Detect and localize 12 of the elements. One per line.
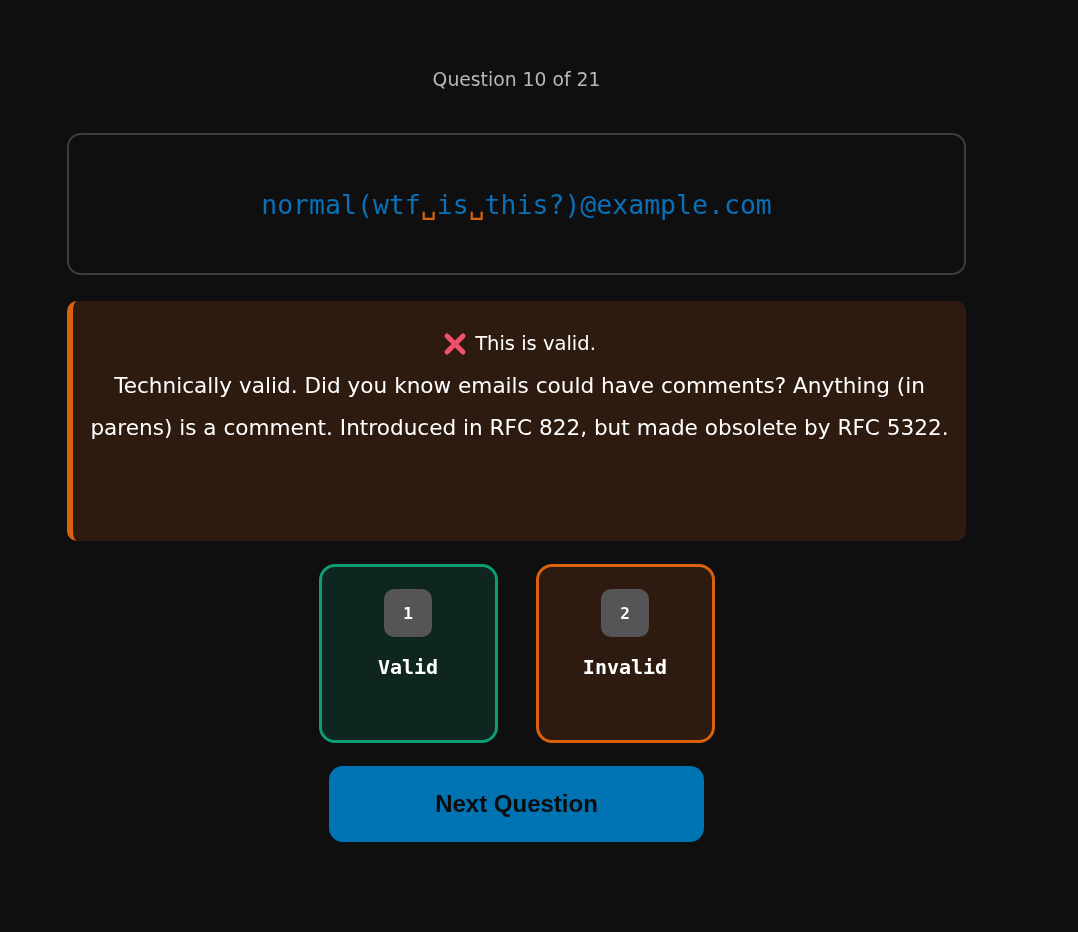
answer-option[interactable]: 1 Valid (318, 564, 498, 743)
email-address: normal(wtf␣is␣this?)@example.com (261, 188, 772, 220)
explanation-text: Technically valid. Did you know emails could have comments? Anything (in parens) is a comment. Introduced in RFC 822, but made obsolete by RFC 5322. (89, 372, 950, 442)
key-badge: 1 (384, 589, 432, 637)
option-label: Invalid (582, 655, 668, 679)
key-badge: 2 (601, 589, 649, 637)
answer-option[interactable]: 2 Invalid (535, 564, 715, 743)
question-counter: Question 10 of 21 (432, 68, 601, 92)
cross-icon (443, 332, 468, 356)
option-label: Valid (377, 655, 439, 679)
next-question-button[interactable]: Next Question (329, 766, 704, 842)
verdict-text: This is valid. (475, 331, 596, 357)
